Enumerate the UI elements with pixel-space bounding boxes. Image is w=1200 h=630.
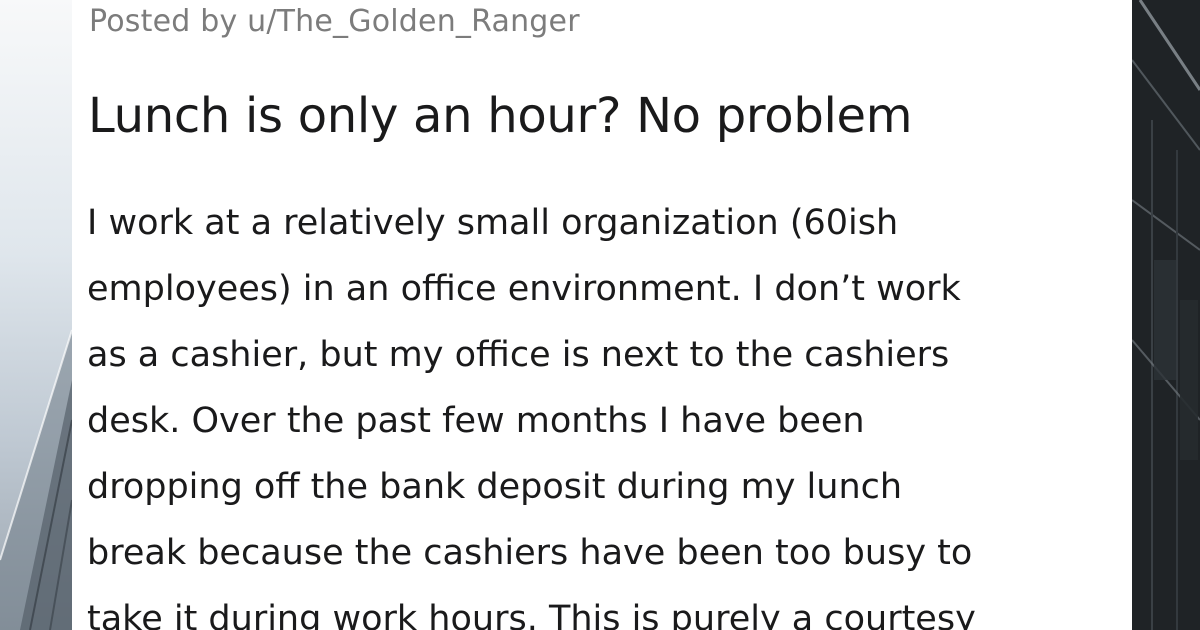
reddit-post-card: Posted by u/The_Golden_Ranger Lunch is o… [72,0,1132,630]
post-body-line: dropping off the bank deposit during my … [87,467,903,507]
post-author-meta[interactable]: Posted by u/The_Golden_Ranger [89,4,580,39]
post-body-text: I work at a relatively small organizatio… [87,190,1127,630]
post-body-line: employees) in an office environment. I d… [87,269,961,309]
screenshot-stage: Posted by u/The_Golden_Ranger Lunch is o… [0,0,1200,630]
post-title[interactable]: Lunch is only an hour? No problem [88,88,913,144]
post-body-line: take it during work hours. This is purel… [87,599,976,630]
post-body-line: desk. Over the past few months I have be… [87,401,865,441]
post-body-line: break because the cashiers have been too… [87,533,973,573]
background-sky-building-left [0,0,72,630]
steel-facade-graphic [1132,0,1200,630]
background-dark-facade-right [1132,0,1200,630]
post-body-line: as a cashier, but my office is next to t… [87,335,950,375]
glass-building-edge-graphic [0,329,72,630]
post-body-line: I work at a relatively small organizatio… [87,203,899,243]
